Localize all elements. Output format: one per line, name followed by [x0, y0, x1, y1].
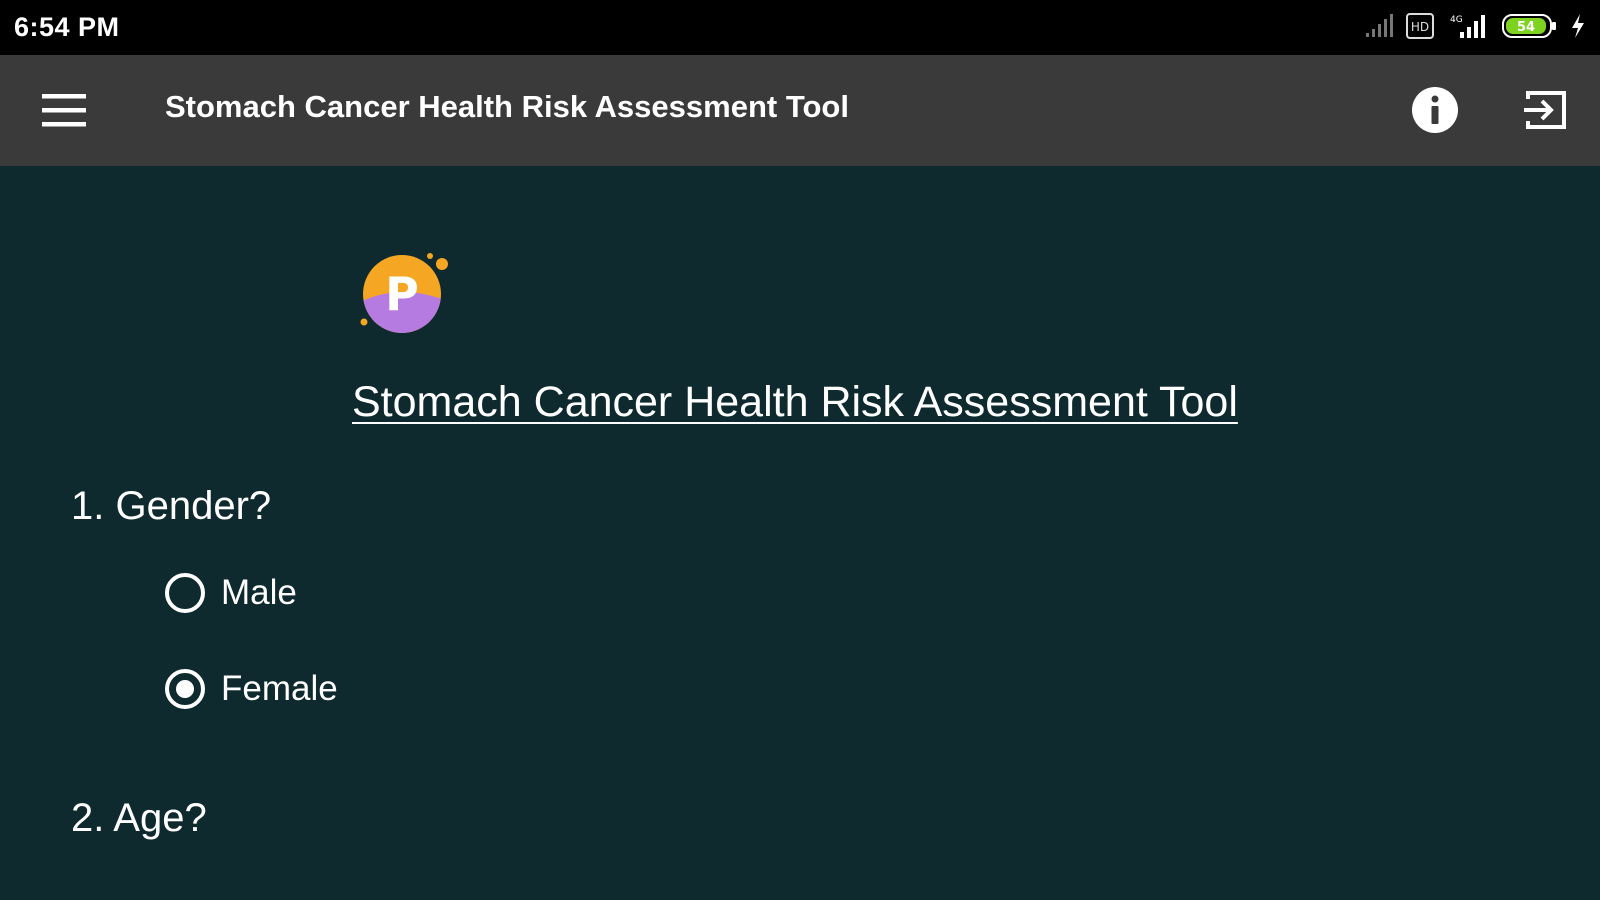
cell-signal-icon: 4G: [1446, 12, 1490, 45]
menu-button[interactable]: [38, 88, 90, 132]
question-gender: 1. Gender?: [71, 484, 272, 528]
radio-option-male[interactable]: Male: [165, 568, 297, 618]
exit-button[interactable]: [1520, 85, 1570, 135]
info-icon: [1412, 87, 1458, 133]
hd-icon: HD: [1406, 12, 1434, 44]
exit-icon: [1524, 91, 1566, 129]
radio-button-female[interactable]: [165, 669, 205, 709]
radio-label-male: Male: [221, 573, 297, 612]
app-bar: Stomach Cancer Health Risk Assessment To…: [0, 55, 1600, 166]
charging-bolt-icon: [1570, 13, 1586, 44]
battery-icon: 54: [1502, 13, 1558, 44]
svg-text:HD: HD: [1411, 20, 1429, 34]
app-title: Stomach Cancer Health Risk Assessment To…: [165, 89, 849, 124]
info-button[interactable]: [1410, 85, 1460, 135]
hamburger-menu-icon: [42, 94, 86, 127]
status-icons: HD 4G 54: [1364, 12, 1586, 44]
radio-option-female[interactable]: Female: [165, 664, 338, 714]
question-age: 2. Age?: [71, 796, 207, 840]
logo-letter: P: [385, 267, 419, 321]
battery-level-label: 54: [1517, 20, 1535, 35]
radio-button-male[interactable]: [165, 573, 205, 613]
main-content: P Stomach Cancer Health Risk Assessment …: [0, 166, 1600, 900]
app-logo: P: [360, 252, 460, 342]
status-bar: 6:54 PM HD 4G 54: [0, 0, 1600, 55]
weak-signal-icon: [1364, 13, 1394, 44]
radio-label-female: Female: [221, 669, 338, 708]
network-type-label: 4G: [1450, 15, 1463, 25]
page-heading-link[interactable]: Stomach Cancer Health Risk Assessment To…: [352, 378, 1238, 427]
status-time: 6:54 PM: [14, 12, 120, 42]
